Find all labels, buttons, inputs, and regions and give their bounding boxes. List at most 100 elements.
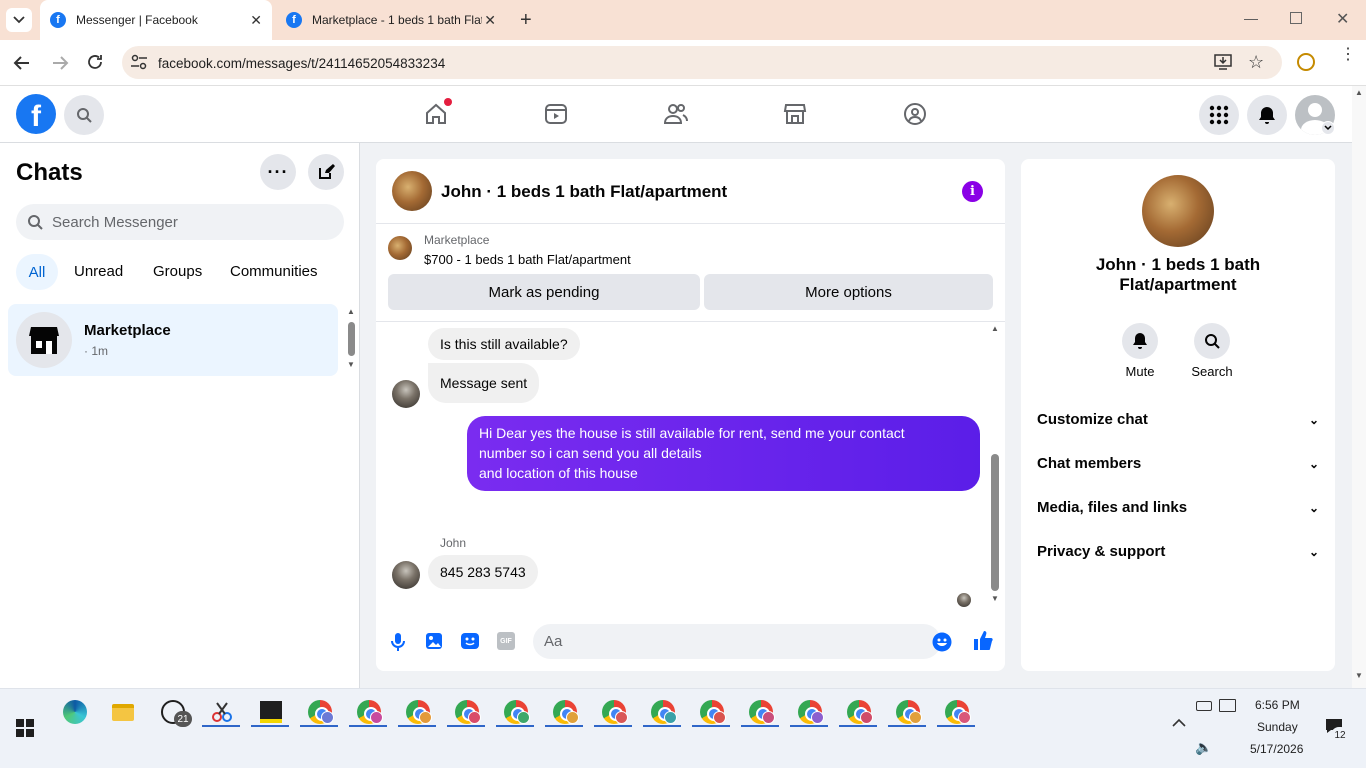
conversation-title[interactable]: John · 1 beds 1 bath Flat/apartment [441, 182, 727, 202]
chevron-down-icon: ⌄ [1308, 413, 1319, 427]
clock-date[interactable]: 5/17/2026 [1250, 742, 1303, 756]
search-messenger-input[interactable]: Search Messenger [16, 204, 344, 240]
friends-icon[interactable] [664, 102, 688, 126]
notifications-bell-icon[interactable] [1247, 95, 1287, 135]
chrome-profile-icon[interactable] [891, 695, 925, 729]
message-input[interactable]: Aa [533, 624, 952, 659]
active-indicator [349, 725, 387, 727]
sticker-icon[interactable] [460, 632, 480, 650]
listing-title[interactable]: $700 - 1 beds 1 bath Flat/apartment [424, 252, 631, 267]
more-options-button[interactable]: More options [704, 274, 993, 310]
search-conversation-icon[interactable] [1194, 323, 1230, 359]
new-tab-icon[interactable]: + [520, 9, 532, 32]
clock-time[interactable]: 6:56 PM [1255, 698, 1300, 712]
chrome-profile-icon[interactable] [303, 695, 337, 729]
close-tab-icon[interactable]: ✕ [484, 12, 496, 29]
chat-list-scrollbar[interactable]: ▲ ▼ [346, 307, 356, 371]
sender-avatar[interactable] [392, 380, 420, 408]
contact-avatar[interactable] [1142, 175, 1214, 247]
chat-members-section[interactable]: Chat members ⌄ [1037, 455, 1319, 472]
volume-icon[interactable]: 🔈 [1195, 739, 1212, 756]
restore-icon[interactable] [1290, 12, 1302, 24]
home-icon[interactable] [424, 98, 452, 126]
conversation-info-icon[interactable]: i [962, 181, 983, 202]
mark-as-pending-button[interactable]: Mark as pending [388, 274, 700, 310]
chrome-profile-icon[interactable] [793, 695, 827, 729]
messages-scrollbar[interactable]: ▲ ▼ [990, 324, 1000, 606]
listing-avatar[interactable] [392, 171, 432, 211]
chrome-profile-icon[interactable] [499, 695, 533, 729]
sticky-notes-icon[interactable] [254, 695, 288, 729]
emoji-icon[interactable] [932, 632, 952, 652]
chrome-profile-icon[interactable] [597, 695, 631, 729]
chrome-profile-icon[interactable] [548, 695, 582, 729]
tab-messenger[interactable]: f Messenger | Facebook ✕ [40, 0, 272, 40]
tab-search-dropdown-icon[interactable] [6, 8, 32, 32]
chats-options-icon[interactable]: ··· [260, 154, 296, 190]
network-icon[interactable] [1219, 699, 1236, 712]
forward-icon[interactable] [50, 53, 70, 73]
account-chevron-icon[interactable] [1321, 121, 1335, 135]
chrome-profile-icon[interactable] [401, 695, 435, 729]
tab-marketplace[interactable]: f Marketplace - 1 beds 1 bath Flat ✕ [276, 0, 506, 40]
back-icon[interactable] [12, 53, 32, 73]
bookmark-star-icon[interactable]: ☆ [1248, 52, 1264, 73]
browser-menu-icon[interactable]: ⋮ [1340, 47, 1356, 63]
chat-list-item[interactable]: Marketplace · 1m [8, 304, 338, 376]
chrome-profile-icon[interactable] [352, 695, 386, 729]
chrome-profile-icon[interactable] [744, 695, 778, 729]
close-window-icon[interactable]: ✕ [1336, 9, 1349, 29]
video-icon[interactable] [544, 102, 568, 126]
windows-start-icon[interactable] [16, 719, 34, 737]
edge-icon[interactable] [58, 695, 92, 729]
clock-day[interactable]: Sunday [1257, 720, 1298, 734]
like-thumb-icon[interactable] [973, 630, 993, 651]
snipping-tool-icon[interactable] [205, 695, 239, 729]
active-indicator [839, 725, 877, 727]
filter-unread[interactable]: Unread [74, 263, 123, 280]
chrome-profile-icon[interactable] [646, 695, 680, 729]
chat-preview: · 1m [84, 344, 108, 358]
facebook-logo-icon[interactable]: f [16, 94, 56, 134]
site-settings-icon[interactable] [130, 54, 148, 70]
chrome-profile-icon[interactable] [695, 695, 729, 729]
message-line: Hi Dear yes the house is still available… [479, 425, 905, 441]
filter-groups[interactable]: Groups [153, 263, 202, 280]
chrome-profile-icon[interactable] [842, 695, 876, 729]
file-explorer-icon[interactable] [106, 695, 140, 729]
notification-count: 12 [1331, 727, 1349, 743]
contact-name-line2: Flat/apartment [1119, 275, 1237, 294]
groups-icon[interactable] [903, 102, 927, 126]
privacy-support-section[interactable]: Privacy & support ⌄ [1037, 543, 1319, 560]
active-indicator [888, 725, 926, 727]
microphone-icon[interactable] [390, 632, 406, 652]
filter-all[interactable]: All [16, 254, 58, 290]
minimize-icon[interactable]: — [1244, 10, 1258, 26]
chrome-profile-icon[interactable] [940, 695, 974, 729]
page-scrollbar[interactable]: ▲ ▼ [1352, 86, 1366, 688]
marketplace-avatar [16, 312, 72, 368]
install-app-icon[interactable] [1214, 54, 1232, 70]
close-tab-icon[interactable]: ✕ [250, 12, 262, 29]
sender-avatar[interactable] [392, 561, 420, 589]
chevron-down-icon: ⌄ [1308, 501, 1319, 515]
chrome-profile-icon[interactable] [450, 695, 484, 729]
search-icon[interactable] [64, 95, 104, 135]
reload-icon[interactable] [86, 53, 104, 71]
new-message-icon[interactable] [308, 154, 344, 190]
listing-thumbnail[interactable] [388, 236, 412, 260]
customize-chat-section[interactable]: Customize chat ⌄ [1037, 411, 1319, 428]
mute-bell-icon[interactable] [1122, 323, 1158, 359]
filter-communities[interactable]: Communities [230, 263, 318, 280]
whatsapp-icon[interactable]: 21 [156, 695, 192, 729]
menu-grid-icon[interactable] [1199, 95, 1239, 135]
conversation-panel: John · 1 beds 1 bath Flat/apartment i Ma… [376, 159, 1005, 671]
media-files-links-section[interactable]: Media, files and links ⌄ [1037, 499, 1319, 516]
attach-image-icon[interactable] [425, 632, 443, 650]
show-hidden-icons-chevron-icon[interactable] [1172, 718, 1186, 728]
gif-icon[interactable]: GIF [497, 632, 515, 650]
battery-icon[interactable] [1196, 701, 1212, 711]
marketplace-icon[interactable] [783, 102, 807, 126]
chat-name: Marketplace [84, 322, 171, 339]
profile-icon[interactable] [1297, 53, 1315, 71]
